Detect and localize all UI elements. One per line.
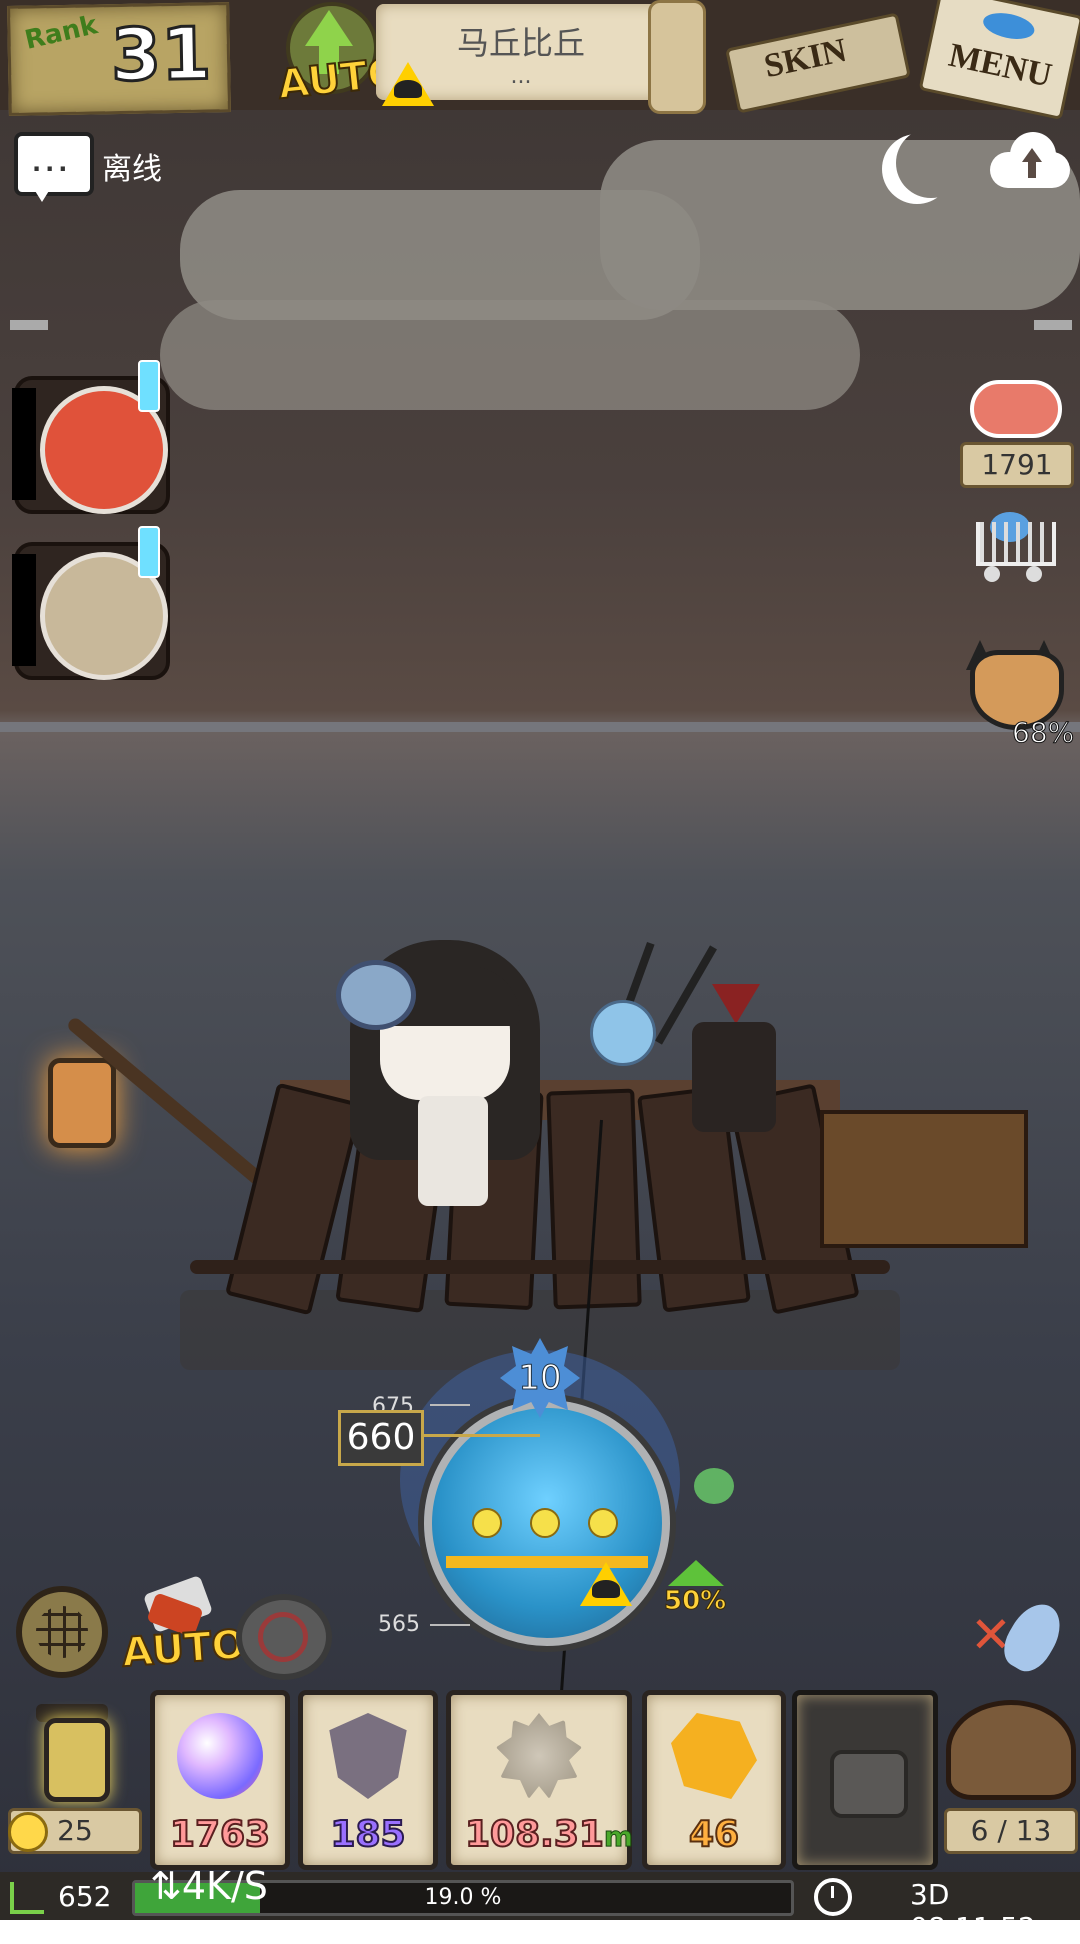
item-count: 1763 — [169, 1813, 271, 1856]
network-speed: ⇅4K/S — [150, 1864, 268, 1908]
location-name: 马丘比丘 — [456, 24, 585, 62]
oil-lamp-button[interactable] — [16, 1700, 126, 1802]
meat-icon[interactable] — [970, 380, 1062, 438]
crosshair-icon[interactable] — [236, 1594, 332, 1680]
exclamation-icon — [138, 360, 160, 412]
item-slot-pearl[interactable]: 1763 — [150, 1690, 290, 1870]
companion-portrait-cat[interactable] — [12, 526, 170, 680]
chat-button[interactable]: ... — [14, 132, 94, 202]
boost-percent: 50% — [663, 1586, 727, 1617]
pearl-orb-icon — [177, 1713, 263, 1799]
up-arrow-icon — [305, 10, 353, 46]
item-count: 108.31m — [464, 1813, 634, 1856]
coin-icon — [8, 1812, 48, 1852]
shield-badge-icon — [329, 1713, 407, 1799]
cart-wheel — [984, 566, 1000, 582]
companion-portrait-octopus[interactable] — [12, 360, 170, 514]
chat-bubble-icon: ... — [32, 149, 72, 177]
fish-cancel-button[interactable]: ✕ — [970, 1592, 1071, 1682]
item-slot-shield[interactable]: 185 — [298, 1690, 438, 1870]
item-count: 46 — [688, 1813, 740, 1856]
item-count: 185 — [329, 1813, 406, 1856]
rank-value: 31 — [109, 10, 214, 99]
swap-arrows-icon: ⇅ — [150, 1864, 182, 1908]
timer: 3D 08:11:52 — [910, 1878, 1036, 1944]
portrait-bar — [12, 388, 36, 500]
mask-percent: 68% — [1011, 716, 1075, 750]
shell-icon — [496, 1713, 582, 1799]
depth-tick — [430, 1624, 470, 1626]
network-speed-value: 4K/S — [181, 1864, 268, 1908]
depth-pointer — [420, 1434, 540, 1437]
depth-bottom-label: 565 — [378, 1612, 420, 1637]
chat-tail — [32, 186, 52, 202]
game-scene[interactable]: Rank 31 AUTO 马丘比丘 ... SKIN MENU ... 离线 1… — [0, 0, 1080, 1944]
shopping-cart-icon[interactable] — [966, 506, 1056, 586]
item-slot-shell[interactable]: 108.31m — [446, 1690, 634, 1870]
shell-value: 108.31 — [464, 1813, 605, 1856]
depth-tick — [430, 1404, 470, 1406]
fisher-girl-body — [418, 1096, 488, 1206]
item-slot-locked[interactable] — [792, 1690, 938, 1870]
cart-basket — [976, 522, 1056, 566]
sky-cloud — [160, 300, 860, 410]
hair-ornament — [336, 960, 416, 1030]
skin-button[interactable]: SKIN — [720, 8, 920, 114]
portrait-bar — [12, 554, 36, 666]
player-level: 652 — [58, 1880, 112, 1913]
auto-fight-label: AUTO — [120, 1621, 248, 1678]
rank-badge[interactable]: Rank 31 — [7, 2, 231, 116]
raft-rail — [190, 1260, 890, 1274]
bait-indicator — [694, 1468, 734, 1504]
exclamation-icon — [138, 526, 160, 578]
cloud-upload-icon[interactable] — [990, 130, 1070, 190]
amber-crystal-icon — [671, 1713, 757, 1799]
level-badge-value: 10 — [518, 1358, 562, 1399]
level-chart-icon — [10, 1882, 44, 1914]
lamp-glass — [44, 1718, 110, 1802]
lock-icon — [830, 1750, 908, 1818]
fish-bag-icon[interactable] — [946, 1700, 1076, 1800]
fish-icon — [980, 8, 1037, 44]
cart-wheel — [1026, 566, 1042, 582]
rank-label: Rank — [22, 10, 101, 56]
hanging-lantern — [48, 1058, 116, 1148]
boost-indicator: 50% — [663, 1560, 728, 1624]
crystal-ball — [590, 1000, 656, 1066]
current-depth: 660 — [338, 1410, 424, 1466]
map-scroll-icon[interactable] — [648, 0, 706, 114]
clock-icon — [814, 1878, 852, 1916]
shell-unit: m — [603, 1820, 634, 1854]
edge-marker — [10, 320, 48, 330]
bag-capacity: 6 / 13 — [944, 1808, 1078, 1854]
raft-crate — [820, 1110, 1028, 1248]
tension-dot — [472, 1508, 502, 1538]
horizon — [0, 722, 1080, 732]
tension-dot — [530, 1508, 560, 1538]
red-gem — [712, 984, 760, 1024]
shark-warning-icon — [382, 62, 434, 106]
menu-label: MENU — [945, 36, 1055, 95]
shark-warning-icon — [580, 1562, 632, 1606]
moon-icon[interactable] — [896, 128, 966, 198]
auto-fight-button[interactable]: AUTO — [120, 1574, 248, 1680]
up-arrow-icon — [668, 1560, 724, 1586]
online-status: 离线 — [102, 152, 162, 187]
cauldron — [692, 1022, 776, 1132]
tension-dot — [588, 1508, 618, 1538]
compass-icon[interactable] — [16, 1586, 108, 1678]
upload-arrow-stem — [1028, 160, 1036, 178]
edge-marker — [1034, 320, 1072, 330]
meat-count: 1791 — [960, 442, 1074, 488]
item-slot-crystal[interactable]: 46 — [642, 1690, 786, 1870]
